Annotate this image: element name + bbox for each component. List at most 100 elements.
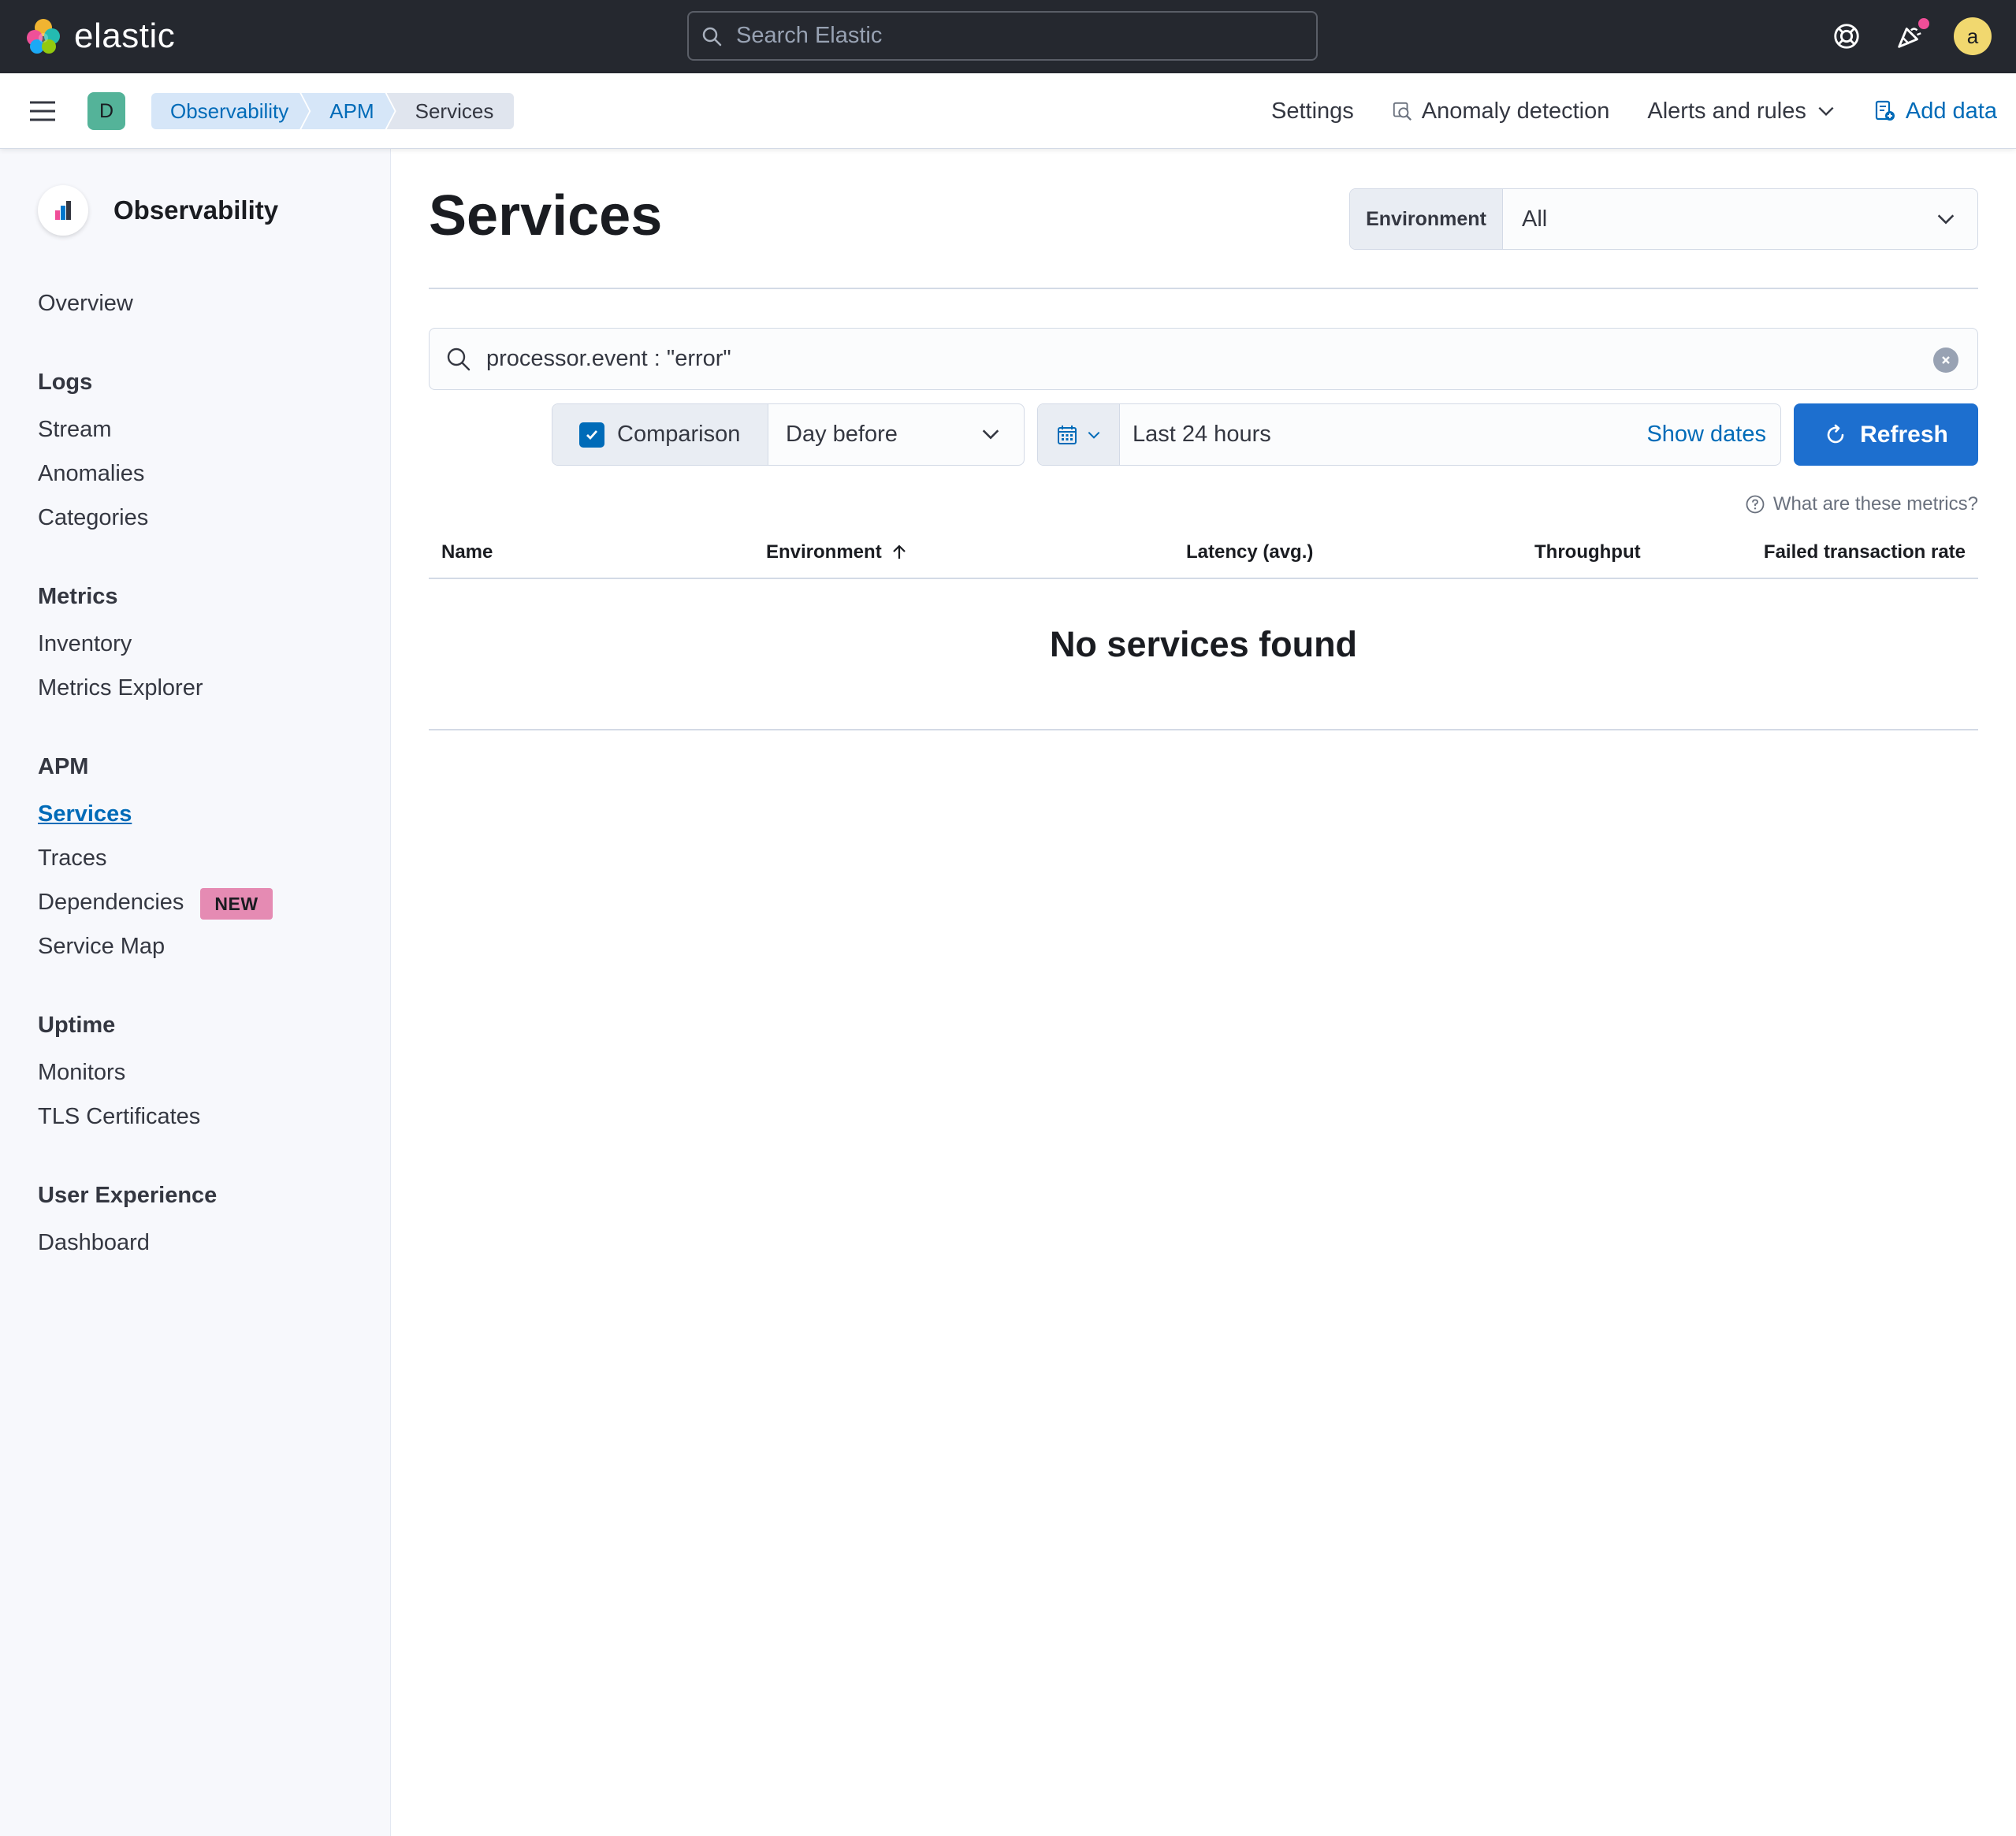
alerts-and-rules-label: Alerts and rules	[1647, 98, 1806, 124]
chevron-down-icon	[1818, 106, 1834, 117]
comparison-checkbox[interactable]	[579, 422, 604, 448]
sidebar-item-dependencies[interactable]: Dependencies	[38, 890, 184, 916]
page-title: Services	[429, 184, 663, 247]
sidebar-group-user-experience: User Experience	[38, 1183, 218, 1208]
comparison-select[interactable]: Day before	[768, 404, 1024, 465]
refresh-button[interactable]: Refresh	[1794, 403, 1978, 466]
clear-query-button[interactable]	[1933, 348, 1958, 373]
environment-select[interactable]: Environment All	[1349, 188, 1978, 250]
elastic-logo[interactable]: elastic	[24, 16, 175, 57]
column-throughput-label: Throughput	[1534, 541, 1641, 563]
sidebar-item-services[interactable]: Services	[38, 801, 132, 827]
column-throughput[interactable]: Throughput	[1534, 541, 1641, 563]
sidebar-group-uptime: Uptime	[38, 1013, 116, 1038]
notification-dot	[1916, 16, 1932, 32]
add-data-link[interactable]: Add data	[1874, 98, 1997, 125]
no-services-text: No services found	[1049, 624, 1358, 664]
date-picker: Last 24 hours Show dates	[1037, 403, 1781, 466]
services-table-header: Name Environment Latency (avg.) Throughp…	[429, 538, 1978, 579]
sidebar-item-traces[interactable]: Traces	[38, 846, 107, 872]
settings-link[interactable]: Settings	[1271, 98, 1354, 125]
question-icon	[1746, 495, 1765, 514]
global-search[interactable]	[687, 11, 1318, 61]
show-dates-link[interactable]: Show dates	[1646, 422, 1766, 448]
breadcrumb-observability[interactable]: Observability	[151, 93, 309, 129]
sidebar-group-apm: APM	[38, 754, 89, 779]
column-environment[interactable]: Environment	[766, 541, 909, 563]
observability-logo-icon	[38, 185, 88, 236]
chevron-down-icon	[982, 429, 999, 440]
search-input[interactable]	[736, 23, 1288, 49]
column-name-label: Name	[441, 541, 493, 563]
chevron-down-icon	[1088, 431, 1099, 439]
sidebar-item-categories[interactable]: Categories	[38, 505, 148, 531]
comparison-control: Comparison Day before	[552, 403, 1025, 466]
date-range-display[interactable]: Last 24 hours Show dates	[1120, 404, 1780, 465]
settings-link-label: Settings	[1271, 98, 1354, 124]
add-data-label: Add data	[1905, 98, 1997, 124]
help-lifebuoy-icon	[1834, 24, 1859, 49]
comparison-selected-value: Day before	[786, 422, 898, 447]
column-failed-transaction-rate[interactable]: Failed transaction rate	[1764, 541, 1966, 563]
kql-query-text[interactable]: processor.event : "error"	[486, 346, 731, 372]
help-button[interactable]	[1826, 16, 1867, 57]
sidebar-group-logs: Logs	[38, 370, 93, 395]
metrics-help-link[interactable]: What are these metrics?	[1745, 493, 1978, 515]
environment-selected-value: All	[1522, 206, 1548, 232]
refresh-button-label: Refresh	[1860, 421, 1948, 448]
new-badge: NEW	[200, 888, 273, 920]
title-divider	[429, 288, 1978, 289]
column-failed-rate-label: Failed transaction rate	[1763, 541, 1966, 563]
breadcrumb-services: Services	[386, 93, 515, 129]
elastic-logo-icon	[27, 19, 60, 54]
check-icon	[586, 429, 598, 440]
sidebar-item-service-map[interactable]: Service Map	[38, 934, 165, 960]
sidebar-item-inventory[interactable]: Inventory	[38, 631, 132, 657]
column-name[interactable]: Name	[441, 541, 493, 563]
quick-select-button[interactable]	[1038, 404, 1120, 465]
sidebar-item-dashboard[interactable]: Dashboard	[38, 1230, 150, 1256]
date-range-label: Last 24 hours	[1133, 422, 1271, 447]
kql-search-bar[interactable]: processor.event : "error"	[429, 328, 1978, 390]
environment-label: Environment	[1350, 189, 1503, 249]
column-environment-label: Environment	[766, 541, 882, 563]
top-header: elastic a	[0, 0, 2016, 73]
refresh-icon	[1827, 424, 1844, 443]
environment-value[interactable]: All	[1503, 189, 1977, 249]
empty-table-message: No services found	[429, 579, 1978, 730]
sidebar-item-anomalies[interactable]: Anomalies	[38, 461, 144, 487]
breadcrumb: Observability APM Services	[151, 93, 515, 129]
breadcrumb-apm[interactable]: APM	[301, 93, 394, 129]
calendar-icon	[1057, 425, 1077, 444]
sidebar-item-stream[interactable]: Stream	[38, 417, 111, 443]
sort-ascending-icon	[892, 544, 906, 559]
sidebar-title: Observability	[38, 185, 278, 236]
search-icon	[702, 27, 722, 46]
comparison-label: Comparison	[617, 422, 741, 447]
header-links: Settings Anomaly detection Alerts and ru…	[1271, 93, 1997, 129]
sidebar-group-metrics: Metrics	[38, 584, 118, 609]
column-latency[interactable]: Latency (avg.)	[1186, 541, 1313, 563]
search-icon	[447, 348, 471, 370]
sidebar-item-metrics-explorer[interactable]: Metrics Explorer	[38, 675, 203, 701]
alerts-and-rules-menu[interactable]: Alerts and rules	[1647, 98, 1836, 125]
sidebar: Observability Overview Logs Stream Anoma…	[0, 149, 391, 1836]
sidebar-item-tls-certificates[interactable]: TLS Certificates	[38, 1104, 200, 1130]
sub-header: D Observability APM Services Settings An…	[0, 73, 2016, 149]
chevron-down-icon	[1937, 214, 1955, 225]
comparison-toggle[interactable]: Comparison	[552, 404, 768, 465]
close-icon	[1942, 356, 1950, 364]
user-avatar[interactable]: a	[1954, 17, 1992, 55]
anomaly-detection-label: Anomaly detection	[1421, 98, 1610, 124]
metrics-help-text: What are these metrics?	[1772, 493, 1978, 515]
column-latency-label: Latency (avg.)	[1186, 541, 1314, 563]
menu-icon[interactable]	[28, 97, 57, 125]
sidebar-title-text: Observability	[113, 195, 279, 225]
space-avatar[interactable]: D	[87, 92, 125, 130]
sidebar-item-overview[interactable]: Overview	[38, 291, 133, 317]
anomaly-detection-link[interactable]: Anomaly detection	[1392, 98, 1610, 125]
sidebar-item-monitors[interactable]: Monitors	[38, 1060, 125, 1086]
add-data-icon	[1875, 100, 1895, 121]
machine-learning-icon	[1393, 102, 1412, 121]
logo-text: elastic	[74, 17, 176, 55]
